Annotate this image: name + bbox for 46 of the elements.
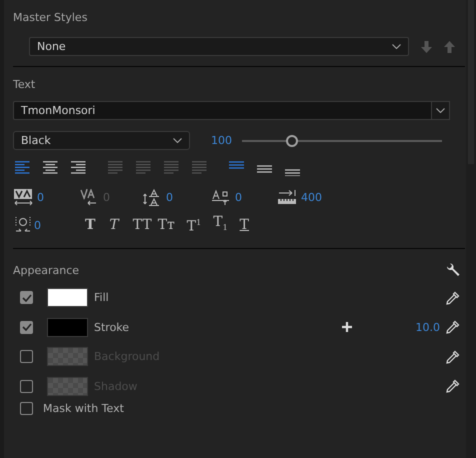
master-style-dropdown[interactable]: None <box>29 37 409 56</box>
align-left-icon[interactable] <box>15 161 30 174</box>
chevron-icon <box>392 44 401 49</box>
checkbox-label: Mask with Text <box>43 402 124 415</box>
sub-button[interactable]: T$_{1}$ <box>213 214 228 236</box>
font-size-value[interactable]: 100 <box>211 134 241 147</box>
layer-label: Fill <box>94 291 109 304</box>
align-center-icon[interactable] <box>43 161 58 174</box>
font-style-dropdown[interactable]: Black <box>13 131 190 150</box>
section-title: Appearance <box>13 264 80 276</box>
super-button[interactable]: T$^{1}$ <box>186 215 202 235</box>
font-dropdown[interactable]: TmonMonsori <box>13 101 432 120</box>
font-size-slider[interactable] <box>242 134 442 146</box>
chevron-icon <box>173 138 182 143</box>
align-right-icon[interactable] <box>71 161 86 174</box>
caps-button[interactable]: TT <box>132 217 152 233</box>
kerning-value[interactable]: 0 <box>37 191 44 204</box>
wrench-icon[interactable] <box>446 263 460 277</box>
bold-button[interactable]: T <box>85 217 96 233</box>
eyedropper-icon[interactable] <box>446 379 460 394</box>
italic-button[interactable]: T <box>109 217 119 233</box>
eyedropper-icon[interactable] <box>446 290 460 305</box>
chevron-icon <box>436 108 445 113</box>
layer-label: Stroke <box>94 320 130 334</box>
checkbox[interactable] <box>20 320 33 334</box>
section-title: Text <box>13 78 36 91</box>
stroke-width-value[interactable]: 10.0 <box>416 320 440 334</box>
baseline-shift-icon <box>212 189 232 206</box>
smallcaps-button[interactable]: Tᴛ <box>158 217 175 233</box>
eyedropper-icon[interactable] <box>446 320 460 334</box>
leading-value[interactable]: 0 <box>166 191 173 204</box>
tab-width-icon <box>278 189 298 206</box>
checkbox[interactable] <box>20 291 33 304</box>
section-title: Master Styles <box>13 11 88 24</box>
color-swatch[interactable] <box>47 318 88 337</box>
underline-button[interactable]: T <box>240 217 250 233</box>
font-menu-button[interactable] <box>432 101 450 120</box>
add-icon[interactable] <box>342 322 352 332</box>
kerning-icon <box>14 189 34 206</box>
color-swatch[interactable] <box>47 288 88 308</box>
tsume-value[interactable]: 0 <box>34 218 41 232</box>
checkbox[interactable] <box>20 402 33 415</box>
tsume-icon <box>15 216 31 234</box>
eyedropper-icon[interactable] <box>446 350 460 364</box>
tabs-value[interactable]: 400 <box>301 191 322 204</box>
baseline-value[interactable]: 0 <box>235 191 242 204</box>
